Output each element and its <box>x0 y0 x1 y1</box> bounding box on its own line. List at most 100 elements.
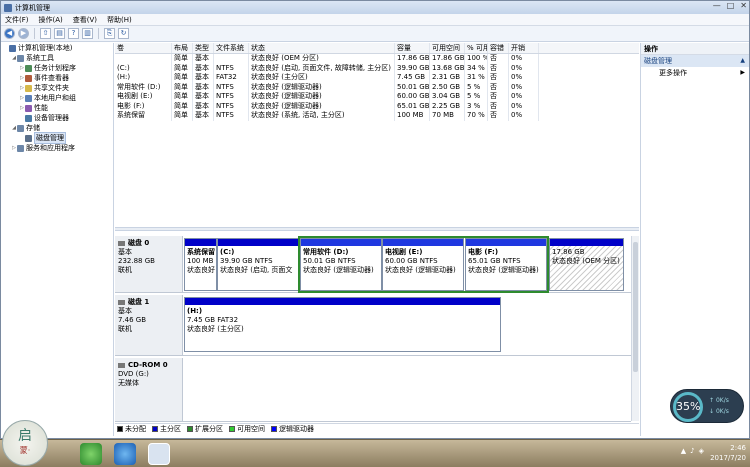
close-button[interactable]: ✕ <box>740 1 747 10</box>
partition[interactable]: 17.86 GB 状态良好 (OEM 分区) <box>549 238 624 291</box>
partition-body: (C:) 39.90 GB NTFS 状态良好 (启动, 页面文 <box>218 246 298 277</box>
partition[interactable]: (C:) 39.90 GB NTFS 状态良好 (启动, 页面文 <box>217 238 299 291</box>
volume-cell: 电视剧 (E:) <box>115 92 172 102</box>
volume-cell: (C:) <box>115 63 172 73</box>
volume-cell: 状态良好 (逻辑驱动器) <box>249 101 395 111</box>
menu-help[interactable]: 帮助(H) <box>107 15 132 25</box>
volume-cell: 电影 (F:) <box>115 101 172 111</box>
tree-node[interactable]: ▷ 共享文件夹 <box>1 83 113 93</box>
legend-swatch <box>271 426 277 432</box>
tray-icon[interactable]: ▲ <box>681 447 686 455</box>
disk-type: 基本 <box>118 248 132 256</box>
network-speed-widget[interactable]: 35% ↑ 0K/s ↓ 0K/s <box>670 389 744 423</box>
volume-icon[interactable]: ♪ <box>690 447 694 455</box>
menu-file[interactable]: 文件(F) <box>5 15 29 25</box>
tree-node-icon <box>17 124 24 132</box>
column-header[interactable]: 布局 <box>172 43 193 53</box>
up-icon[interactable]: ⇧ <box>40 28 51 39</box>
tree-node[interactable]: 计算机管理(本地) <box>1 43 113 53</box>
refresh-icon[interactable]: ↻ <box>118 28 129 39</box>
tree-node[interactable]: ▷ 任务计划程序 <box>1 63 113 73</box>
volume-cell: 3 % <box>465 101 488 111</box>
volume-row[interactable]: 电视剧 (E:) 简单 基本 NTFS 状态良好 (逻辑驱动器) 60.00 GB 3.04… <box>115 92 639 102</box>
volume-row[interactable]: (C:) 简单 基本 NTFS 状态良好 (启动, 页面文件, 故障转储, 主分区) 39… <box>115 63 639 73</box>
column-header[interactable]: 文件系统 <box>214 43 249 53</box>
forward-icon[interactable]: ▶ <box>18 28 29 39</box>
volume-row[interactable]: (H:) 简单 基本 FAT32 状态良好 (主分区) 7.45 GB 2.31 GB 31 … <box>115 73 639 83</box>
disk-label[interactable]: 磁盘 1 基本 7.46 GB 联机 <box>115 295 183 355</box>
network-icon[interactable]: ◈ <box>699 447 704 455</box>
menu-action[interactable]: 操作(A) <box>39 15 63 25</box>
legend-item: 扩展分区 <box>187 424 223 434</box>
disk-type: 基本 <box>118 307 132 315</box>
volume-cell: 状态良好 (逻辑驱动器) <box>249 82 395 92</box>
volume-cell: 简单 <box>172 92 193 102</box>
extended-partition-outline <box>298 236 549 293</box>
tree-node-icon <box>25 74 32 82</box>
window-title: 计算机管理 <box>15 3 50 12</box>
column-header[interactable]: 容量 <box>395 43 430 53</box>
tree-node[interactable]: 磁盘管理 <box>1 132 113 144</box>
volume-cell <box>214 54 249 64</box>
browser-app-icon[interactable] <box>80 443 102 465</box>
volume-row[interactable]: 电影 (F:) 简单 基本 NTFS 状态良好 (逻辑驱动器) 65.01 GB 2.25 … <box>115 101 639 111</box>
volume-row[interactable]: 系统保留 简单 基本 NTFS 状态良好 (系统, 活动, 主分区) 100 MB 70 M… <box>115 111 639 121</box>
column-header[interactable]: 开销 <box>509 43 539 53</box>
properties-icon[interactable]: ▤ <box>54 28 65 39</box>
partition-body: (H:) 7.45 GB FAT32 状态良好 (主分区) <box>185 305 500 336</box>
tree-node-icon <box>25 134 32 142</box>
collapse-arrow-icon[interactable]: ▲ <box>740 55 745 67</box>
tree-node[interactable]: ▷ 本地用户和组 <box>1 93 113 103</box>
partition[interactable]: (H:) 7.45 GB FAT32 状态良好 (主分区) <box>184 297 501 352</box>
column-header[interactable]: 类型 <box>193 43 214 53</box>
tree-node[interactable]: ▷ 服务和应用程序 <box>1 143 113 153</box>
export-icon[interactable]: ⎘ <box>104 28 115 39</box>
column-header[interactable]: 状态 <box>249 43 395 53</box>
volume-row[interactable]: 简单 基本 状态良好 (OEM 分区) 17.86 GB 17.86 GB 100 % 否 0… <box>115 54 639 64</box>
tree-node[interactable]: ▷ 性能 <box>1 103 113 113</box>
memory-usage-gauge: 35% <box>673 392 703 422</box>
column-header[interactable]: 可用空间 <box>430 43 465 53</box>
minimize-button[interactable]: — <box>713 1 721 10</box>
scrollbar-thumb[interactable] <box>633 242 638 372</box>
disk-label[interactable]: 磁盘 0 基本 232.88 GB 联机 <box>115 236 183 292</box>
taskbar: 启 蒙· ▲ ♪ ◈ 2:46 2017/7/20 <box>0 420 750 467</box>
console-tree: 计算机管理(本地) ◢ 系统工具 ▷ 任务计划程序 ▷ 事件查看器 ▷ 共享文件夹 ▷ 本地用户和组… <box>1 43 114 436</box>
download-speed: ↓ 0K/s <box>709 408 729 415</box>
volume-cell <box>115 54 172 64</box>
pane-splitter[interactable] <box>115 227 639 231</box>
more-actions-item[interactable]: 更多操作 ▶ <box>641 67 749 79</box>
volume-cell: 状态良好 (逻辑驱动器) <box>249 92 395 102</box>
actions-section-disk-management[interactable]: 磁盘管理 ▲ <box>641 55 749 67</box>
legend-item: 主分区 <box>152 424 181 434</box>
computer-management-app-icon[interactable] <box>148 443 170 465</box>
maximize-button[interactable]: □ <box>727 1 735 10</box>
tree-node-label: 共享文件夹 <box>34 84 69 92</box>
back-icon[interactable]: ◀ <box>4 28 15 39</box>
partition[interactable]: 系统保留 100 MB 状态良好 <box>184 238 217 291</box>
show-hide-icon[interactable]: ▥ <box>82 28 93 39</box>
tree-node[interactable]: ▷ 事件查看器 <box>1 73 113 83</box>
disk-size: 7.46 GB <box>118 316 147 324</box>
disk-row[interactable]: CD-ROM 0 DVD (G:) 无媒体 <box>115 358 631 422</box>
legend-item: 未分配 <box>117 424 146 434</box>
volume-cell: 2.25 GB <box>430 101 465 111</box>
help-icon[interactable]: ? <box>68 28 79 39</box>
start-button[interactable]: 启 蒙· <box>2 420 48 466</box>
column-header[interactable]: 卷 <box>115 43 172 53</box>
column-header[interactable]: % 可用 <box>465 43 488 53</box>
graphical-view-scrollbar[interactable] <box>631 236 639 421</box>
tree-node[interactable]: 设备管理器 <box>1 113 113 123</box>
disk-name-line: 磁盘 0 <box>118 239 179 248</box>
volume-cell: 简单 <box>172 101 193 111</box>
tree-node[interactable]: ◢ 系统工具 <box>1 53 113 63</box>
volume-row[interactable]: 常用软件 (D:) 简单 基本 NTFS 状态良好 (逻辑驱动器) 50.01 GB 2.5… <box>115 82 639 92</box>
column-header[interactable]: 容错 <box>488 43 509 53</box>
app-icon <box>4 3 12 12</box>
disk-name: 磁盘 0 <box>128 239 150 247</box>
disk-label[interactable]: CD-ROM 0 DVD (G:) 无媒体 <box>115 358 183 421</box>
volume-cell: 基本 <box>193 92 214 102</box>
ie-app-icon[interactable] <box>114 443 136 465</box>
menu-view[interactable]: 查看(V) <box>73 15 97 25</box>
system-clock[interactable]: 2:46 2017/7/20 <box>710 443 746 463</box>
